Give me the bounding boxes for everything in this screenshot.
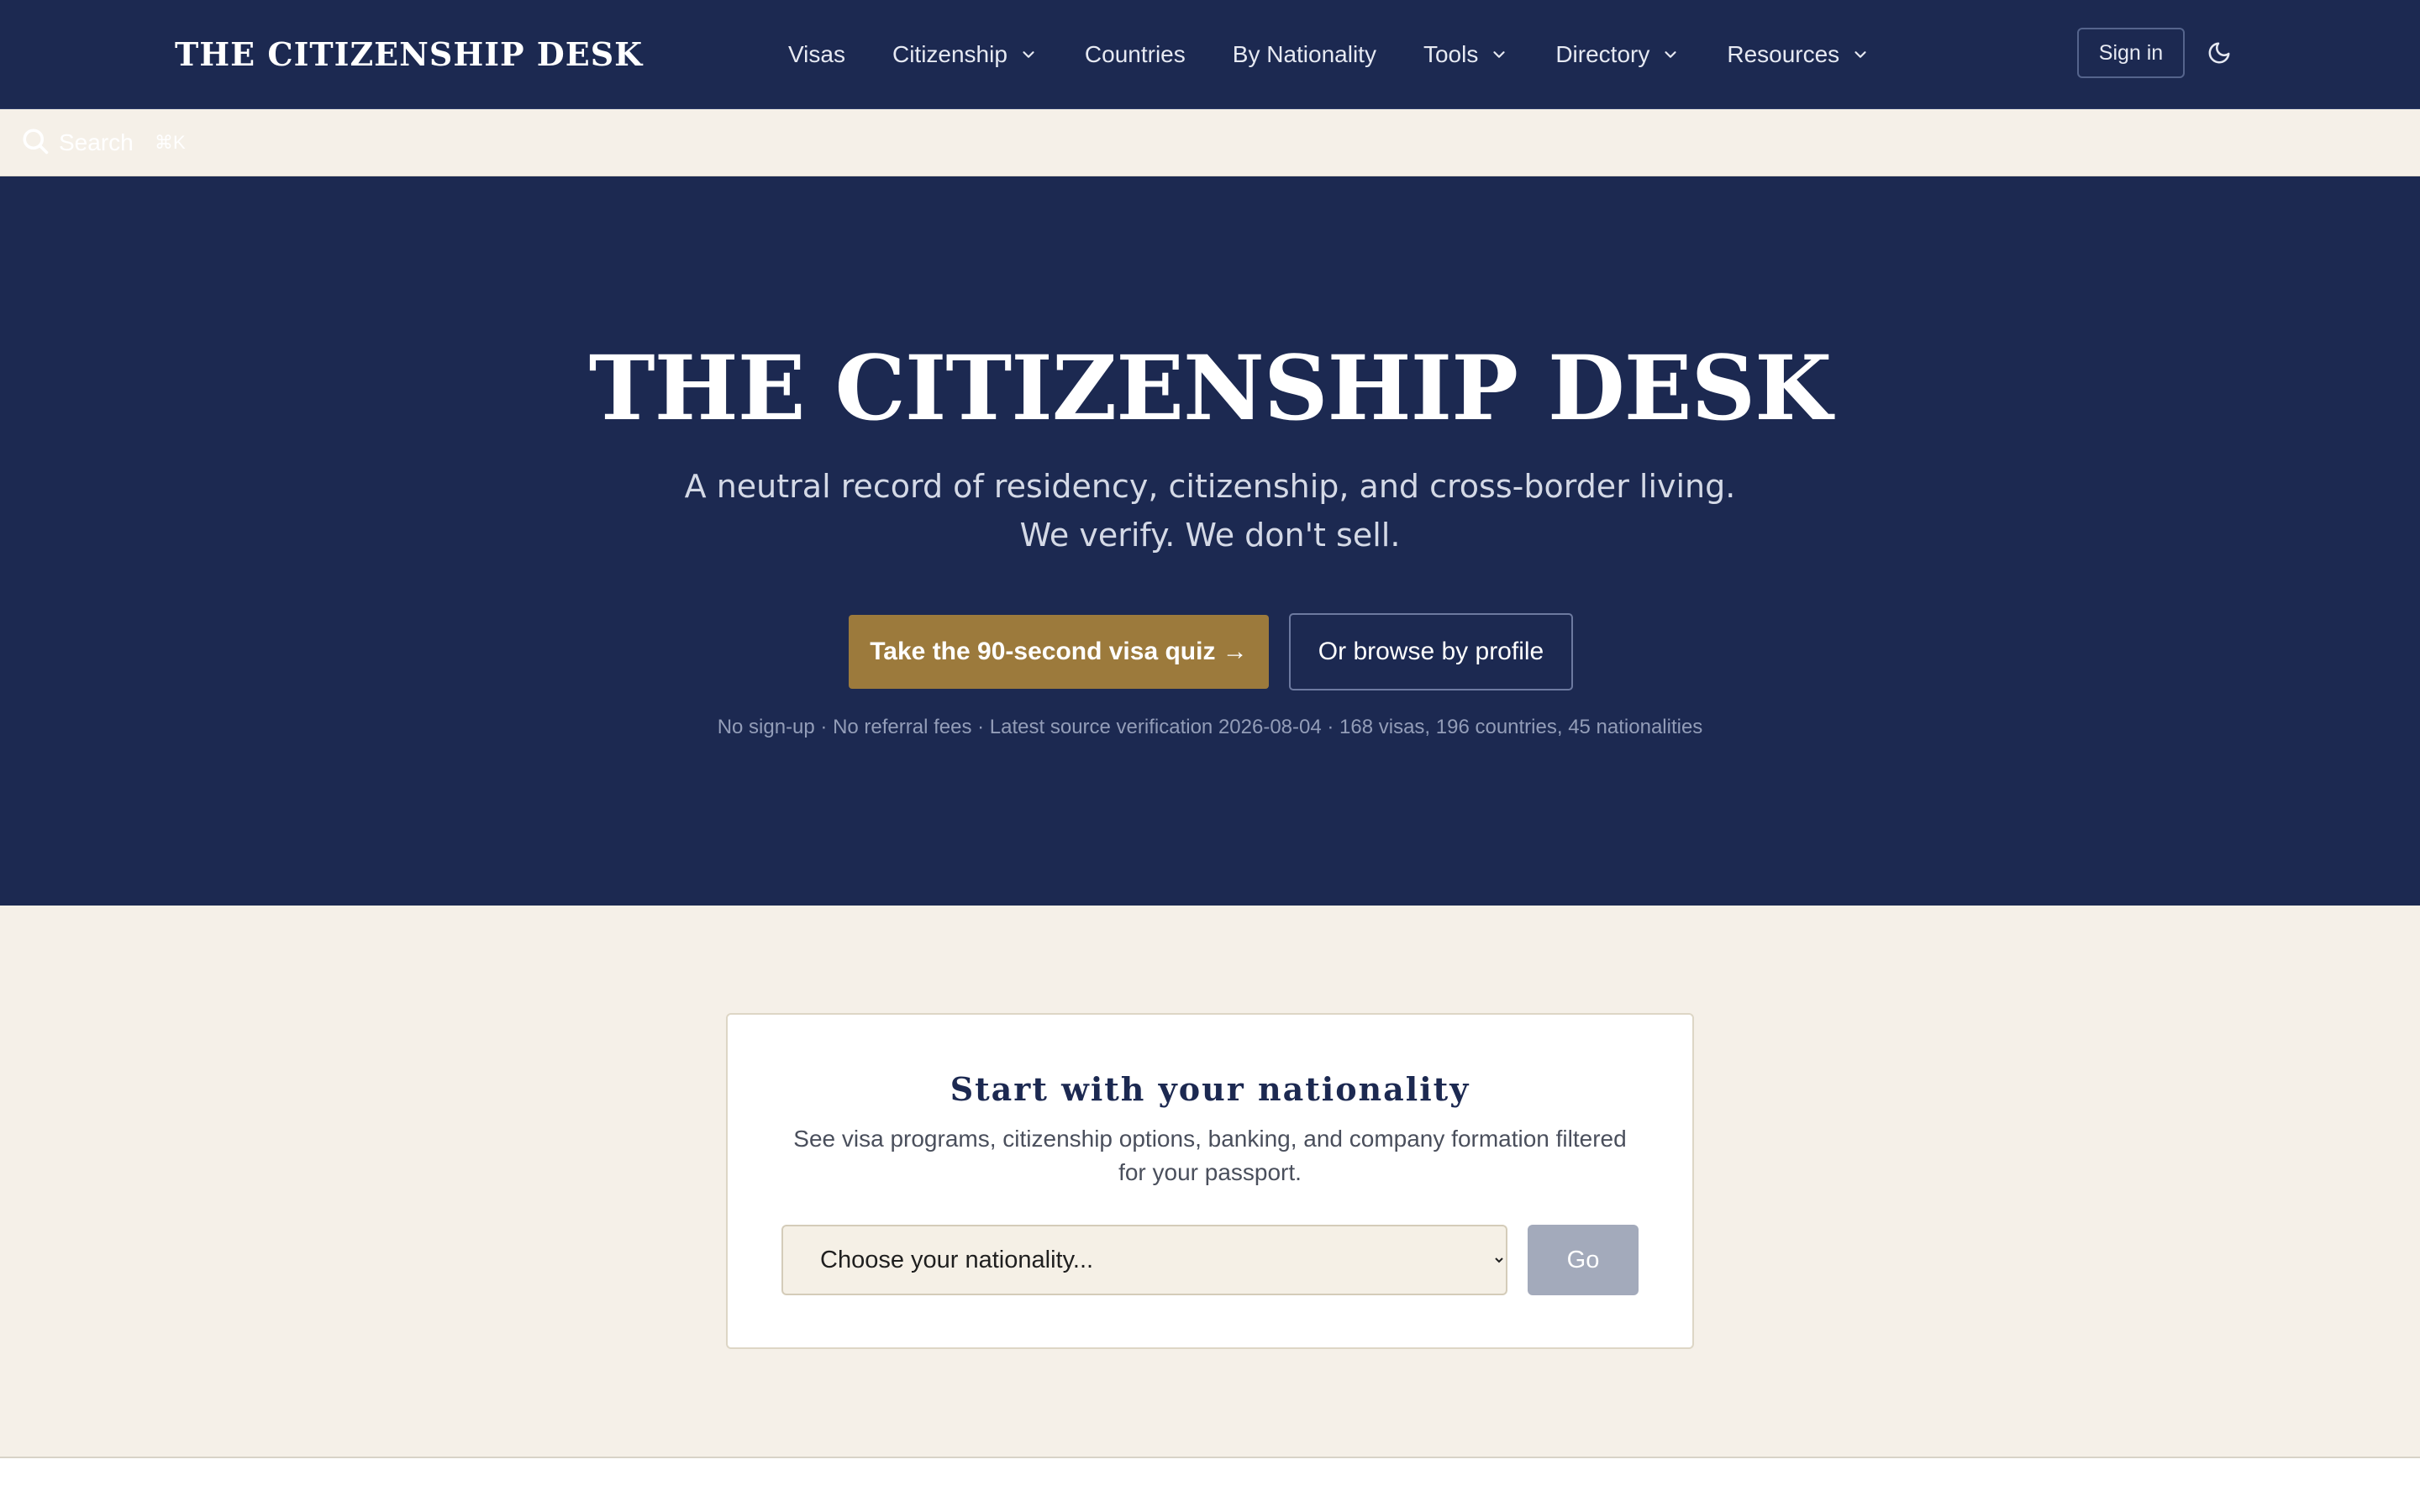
nationality-card: Start with your nationality See visa pro… <box>726 1013 1694 1349</box>
nav-item-label: Citizenship <box>892 41 1007 67</box>
nav-item-tools[interactable]: Tools <box>1423 41 1508 68</box>
sign-in-button[interactable]: Sign in <box>2077 28 2185 78</box>
next-section <box>0 1458 2420 1512</box>
brand-logo[interactable]: THE CITIZENSHIP DESK <box>175 32 643 77</box>
visa-quiz-button[interactable]: Take the 90-second visa quiz → <box>849 615 1269 689</box>
nav-item-label: Visas <box>788 41 845 67</box>
search-icon <box>23 129 49 155</box>
chevron-down-icon <box>1023 51 1034 58</box>
top-navbar: THE CITIZENSHIP DESK Visas Citizenship C… <box>0 0 2420 109</box>
card-title: Start with your nationality <box>950 1070 1470 1108</box>
nav-item-label: Tools <box>1423 41 1479 67</box>
main-nav: Visas Citizenship Countries By Nationali… <box>788 34 1870 76</box>
hero-title: THE CITIZENSHIP DESK <box>588 335 1833 440</box>
nav-item-label: By Nationality <box>1232 41 1376 67</box>
card-description: See visa programs, citizenship options, … <box>793 1126 1627 1185</box>
nav-item-resources[interactable]: Resources <box>1727 41 1870 68</box>
search-shortcut-hint: ⌘K <box>155 132 186 153</box>
nationality-select[interactable]: Choose your nationality... <box>781 1225 1507 1295</box>
nav-item-directory[interactable]: Directory <box>1555 41 1680 68</box>
chevron-down-icon <box>1493 51 1505 58</box>
hero-subtitle: A neutral record of residency, citizensh… <box>684 468 1736 554</box>
nav-item-visas[interactable]: Visas <box>788 41 845 68</box>
browse-by-profile-button[interactable]: Or browse by profile <box>1289 613 1573 690</box>
nav-item-label: Resources <box>1727 41 1840 67</box>
nav-item-countries[interactable]: Countries <box>1085 41 1186 68</box>
chevron-down-icon <box>1665 51 1676 58</box>
theme-toggle[interactable] <box>2203 37 2235 69</box>
go-button[interactable]: Go <box>1528 1225 1639 1295</box>
nav-item-label: Directory <box>1555 41 1650 67</box>
nav-item-citizenship[interactable]: Citizenship <box>892 41 1038 68</box>
chevron-down-icon <box>1854 51 1866 58</box>
nav-item-label: Countries <box>1084 41 1186 67</box>
search-input[interactable] <box>59 124 328 161</box>
moon-icon <box>2208 42 2230 64</box>
hero-meta-stats: No sign-up · No referral fees · Latest s… <box>717 716 1703 738</box>
nav-item-by-nationality[interactable]: By Nationality <box>1233 41 1376 68</box>
search-bar <box>0 109 2420 176</box>
